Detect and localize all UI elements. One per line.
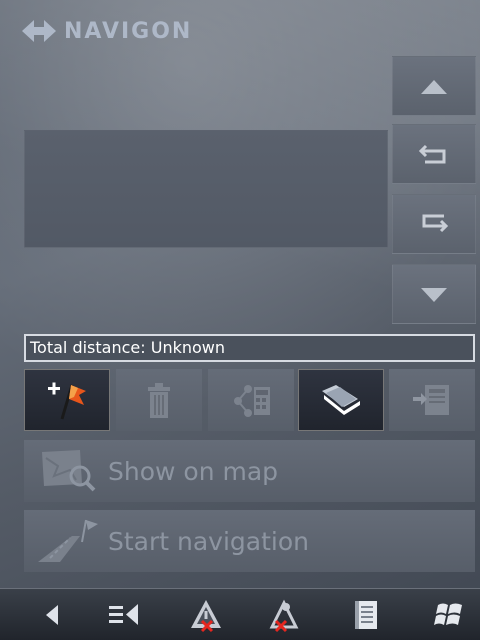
satellite-crossed-icon (269, 599, 299, 633)
save-route-button[interactable] (389, 369, 475, 431)
delete-button[interactable] (116, 369, 202, 431)
triangle-up-icon (421, 80, 447, 94)
show-on-map-label: Show on map (108, 456, 279, 486)
total-distance-field: Total distance: Unknown (24, 334, 475, 362)
scroll-up-button[interactable] (392, 56, 476, 116)
add-flag-icon (48, 382, 86, 420)
start-navigation-label: Start navigation (108, 526, 310, 556)
menu-list-icon (109, 604, 138, 625)
arrow-return-left-icon (418, 144, 446, 164)
warning-off-button[interactable] (184, 595, 228, 635)
route-list[interactable] (24, 130, 388, 248)
logo-text: NAVIGON (64, 18, 193, 44)
arrow-return-right-icon (422, 214, 449, 233)
trash-icon (148, 383, 170, 418)
calculate-route-button[interactable] (208, 369, 294, 431)
folder-icon (322, 385, 360, 415)
road-flag-icon (38, 519, 98, 562)
navigon-arrows-icon (22, 20, 56, 42)
move-down-button[interactable] (392, 194, 476, 254)
taskbar (0, 588, 480, 640)
warning-crossed-icon (191, 600, 221, 633)
menu-button[interactable] (102, 595, 146, 635)
save-route-icon (413, 385, 449, 415)
map-magnifier-icon (42, 450, 96, 492)
navigon-logo: NAVIGON (22, 14, 192, 48)
triangle-down-icon (421, 288, 447, 302)
gps-off-button[interactable] (262, 595, 306, 635)
start-navigation-button[interactable]: Start navigation (24, 510, 475, 572)
route-calculator-icon (234, 385, 270, 417)
notepad-icon (355, 601, 377, 629)
notes-button[interactable] (344, 595, 388, 635)
add-waypoint-button[interactable] (24, 369, 110, 431)
windows-flag-icon (434, 603, 462, 625)
back-arrow-icon (46, 605, 58, 625)
scroll-down-button[interactable] (392, 264, 476, 324)
show-on-map-button[interactable]: Show on map (24, 440, 475, 502)
total-distance-label: Total distance: Unknown (30, 338, 225, 357)
navigon-route-screen: NAVIGON Total distance: Unknown Show on … (0, 0, 480, 640)
back-button[interactable] (32, 595, 76, 635)
open-route-button[interactable] (298, 369, 384, 431)
start-menu-button[interactable] (428, 595, 472, 635)
move-up-button[interactable] (392, 124, 476, 184)
